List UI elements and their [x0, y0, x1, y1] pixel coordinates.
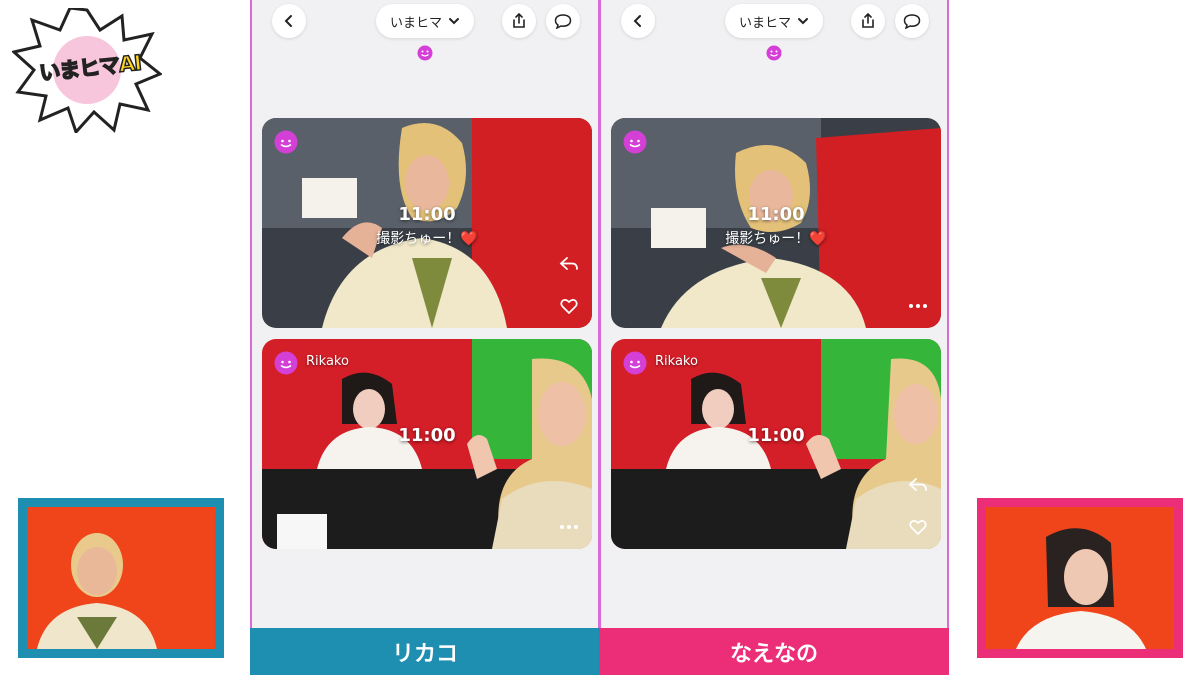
chevron-down-icon — [449, 18, 460, 25]
reply-button[interactable] — [558, 253, 580, 275]
more-button[interactable] — [558, 516, 580, 538]
share-icon — [862, 13, 874, 28]
group-dropdown-label: いまヒマ — [738, 15, 792, 31]
chat-button[interactable] — [546, 4, 580, 38]
contestant-label-left: リカコ — [250, 628, 600, 675]
show-logo: いまヒマAI — [10, 6, 163, 135]
like-button[interactable] — [907, 516, 929, 538]
person-silhouette-icon — [37, 533, 157, 649]
chevron-down-icon — [798, 18, 809, 25]
reply-icon — [908, 478, 927, 491]
back-chevron-icon — [633, 15, 641, 27]
webcam-right — [977, 498, 1183, 658]
share-button[interactable] — [502, 4, 536, 38]
post-card[interactable]: Rikako 11:00 — [262, 339, 592, 549]
author-name: Rikako — [655, 354, 698, 369]
phone-screen-right: いまヒマ 11:00 撮影ちゅー！❤️ Rikako 11:00 — [599, 0, 949, 628]
post-card[interactable]: 11:00 撮影ちゅー！❤️ — [611, 118, 941, 328]
more-button[interactable] — [907, 295, 929, 317]
top-bar: いまヒマ — [601, 4, 947, 40]
chat-bubble-icon — [903, 14, 921, 29]
chat-button[interactable] — [895, 4, 929, 38]
more-icon — [909, 304, 927, 308]
back-button[interactable] — [272, 4, 306, 38]
like-button[interactable] — [558, 295, 580, 317]
post-time: 11:00 — [398, 425, 456, 446]
reply-icon — [559, 257, 578, 270]
author-name: Rikako — [306, 354, 349, 369]
back-button[interactable] — [621, 4, 655, 38]
author-avatar-icon[interactable] — [623, 351, 647, 375]
post-caption: 撮影ちゅー！❤️ — [376, 231, 478, 247]
heart-icon — [560, 299, 578, 314]
more-icon — [560, 525, 578, 529]
author-avatar-icon[interactable] — [274, 351, 298, 375]
top-bar: いまヒマ — [252, 4, 598, 40]
chat-bubble-icon — [554, 14, 572, 29]
post-caption: 撮影ちゅー！❤️ — [725, 231, 827, 247]
author-avatar-icon[interactable] — [623, 130, 647, 154]
smiley-icon — [417, 45, 433, 61]
contestant-label-right: なえなの — [599, 628, 949, 675]
share-icon — [513, 13, 525, 28]
reply-button[interactable] — [907, 474, 929, 496]
back-chevron-icon — [284, 15, 292, 27]
webcam-left-video — [27, 507, 215, 649]
share-button[interactable] — [851, 4, 885, 38]
heart-icon — [909, 520, 927, 535]
post-time: 11:00 — [398, 204, 456, 225]
group-dropdown[interactable]: いまヒマ — [724, 4, 824, 38]
group-dropdown[interactable]: いまヒマ — [375, 4, 475, 38]
phone-screen-left: いまヒマ 11:00 撮影ちゅー！❤️ Rikako 11:00 — [250, 0, 600, 628]
post-card[interactable]: 11:00 撮影ちゅー！❤️ — [262, 118, 592, 328]
smiley-icon — [766, 45, 782, 61]
author-avatar-icon[interactable] — [274, 130, 298, 154]
post-card[interactable]: Rikako 11:00 — [611, 339, 941, 549]
webcam-left — [18, 498, 224, 658]
group-dropdown-label: いまヒマ — [389, 15, 443, 31]
webcam-right-video — [986, 507, 1174, 649]
post-time: 11:00 — [747, 204, 805, 225]
person-silhouette-icon — [1016, 528, 1146, 649]
post-time: 11:00 — [747, 425, 805, 446]
